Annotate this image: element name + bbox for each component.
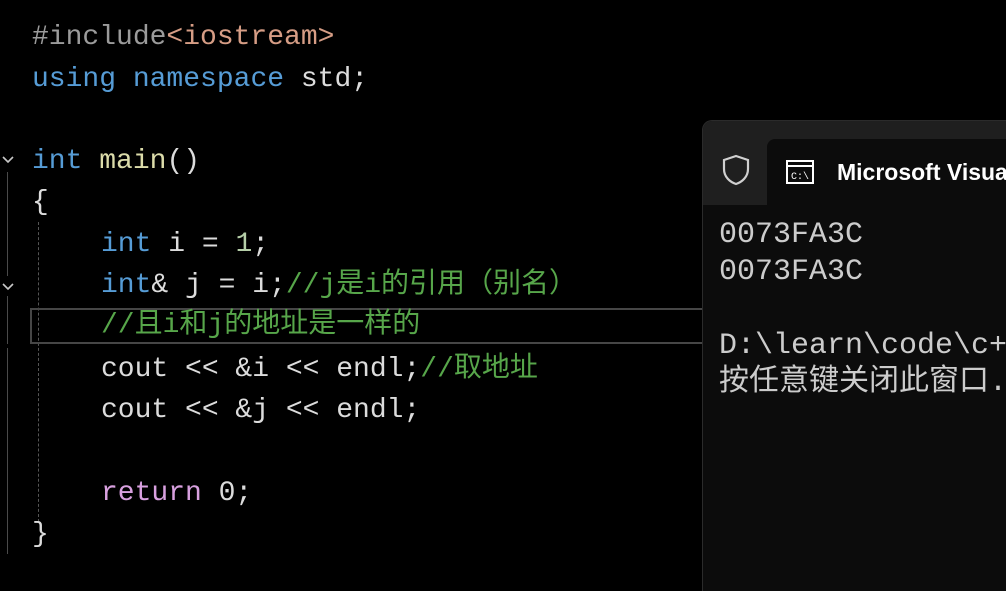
reference-declaration: & j = i; <box>151 270 286 301</box>
number-literal: 1 <box>235 229 253 260</box>
output-line: 0073FA3C <box>719 255 864 289</box>
code-line-1[interactable]: #include<iostream> <box>32 18 334 58</box>
namespace-name: std; <box>284 64 369 95</box>
keyword-return: return <box>101 478 202 509</box>
keyword-int: int <box>32 146 83 177</box>
code-line-8[interactable]: //且i和j的地址是一样的 <box>101 306 420 346</box>
output-line: 按任意键关闭此窗口. . . <box>719 366 1006 400</box>
code-line-12[interactable]: return 0; <box>101 474 252 514</box>
code-line-4[interactable]: int main() <box>32 142 200 182</box>
terminal-titlebar[interactable]: C:\ Microsoft Visual Studio 调试控制台 <box>703 121 1006 205</box>
console-output[interactable]: 0073FA3C 0073FA3C D:\learn\code\c++\test… <box>719 217 1006 402</box>
comment: //取地址 <box>420 354 538 385</box>
code-line-9[interactable]: cout << &i << endl;//取地址 <box>101 350 538 390</box>
declaration-i: i = <box>151 229 236 260</box>
code-line-5[interactable]: { <box>32 183 49 223</box>
output-line: 0073FA3C <box>719 218 864 252</box>
tab-title: Microsoft Visual Studio 调试控制台 <box>837 159 1006 185</box>
collapse-main-icon[interactable] <box>2 154 14 166</box>
close-brace: } <box>32 519 49 550</box>
shield-icon[interactable] <box>719 153 753 187</box>
svg-text:C:\: C:\ <box>791 171 809 183</box>
fold-guide <box>7 172 8 276</box>
cout-statement: cout << &j << endl; <box>101 395 421 426</box>
fold-guide <box>7 296 8 344</box>
code-line-7[interactable]: int& j = i;//j是i的引用（别名） <box>101 266 577 306</box>
cout-statement: cout << &i << endl; <box>101 354 421 385</box>
include-header: <iostream> <box>166 22 335 53</box>
cmd-icon: C:\ <box>785 157 815 187</box>
indent-guide <box>38 222 39 522</box>
code-line-10[interactable]: cout << &j << endl; <box>101 391 420 431</box>
tab-debug-console[interactable]: C:\ Microsoft Visual Studio 调试控制台 <box>767 139 1006 205</box>
function-main: main <box>99 146 167 177</box>
open-brace: { <box>32 187 49 218</box>
code-line-13[interactable]: } <box>32 515 49 555</box>
debug-console-window[interactable]: C:\ Microsoft Visual Studio 调试控制台 0073FA… <box>702 120 1006 591</box>
collapse-comment-icon[interactable] <box>2 281 14 293</box>
comment: //j是i的引用（别名） <box>285 270 578 301</box>
code-line-6[interactable]: int i = 1; <box>101 225 269 265</box>
return-value: 0; <box>201 478 253 509</box>
keyword-namespace: namespace <box>132 64 285 95</box>
code-line-2[interactable]: using namespace std; <box>32 60 368 100</box>
include-directive: #include <box>32 22 167 53</box>
keyword-int: int <box>101 229 152 260</box>
keyword-using: using <box>32 64 117 95</box>
parens: () <box>166 146 201 177</box>
comment: //且i和j的地址是一样的 <box>101 310 421 341</box>
output-line: D:\learn\code\c++\test\Debug\test.exe <box>719 329 1006 363</box>
semicolon: ; <box>252 229 270 260</box>
keyword-int: int <box>101 270 152 301</box>
fold-guide <box>7 348 8 554</box>
